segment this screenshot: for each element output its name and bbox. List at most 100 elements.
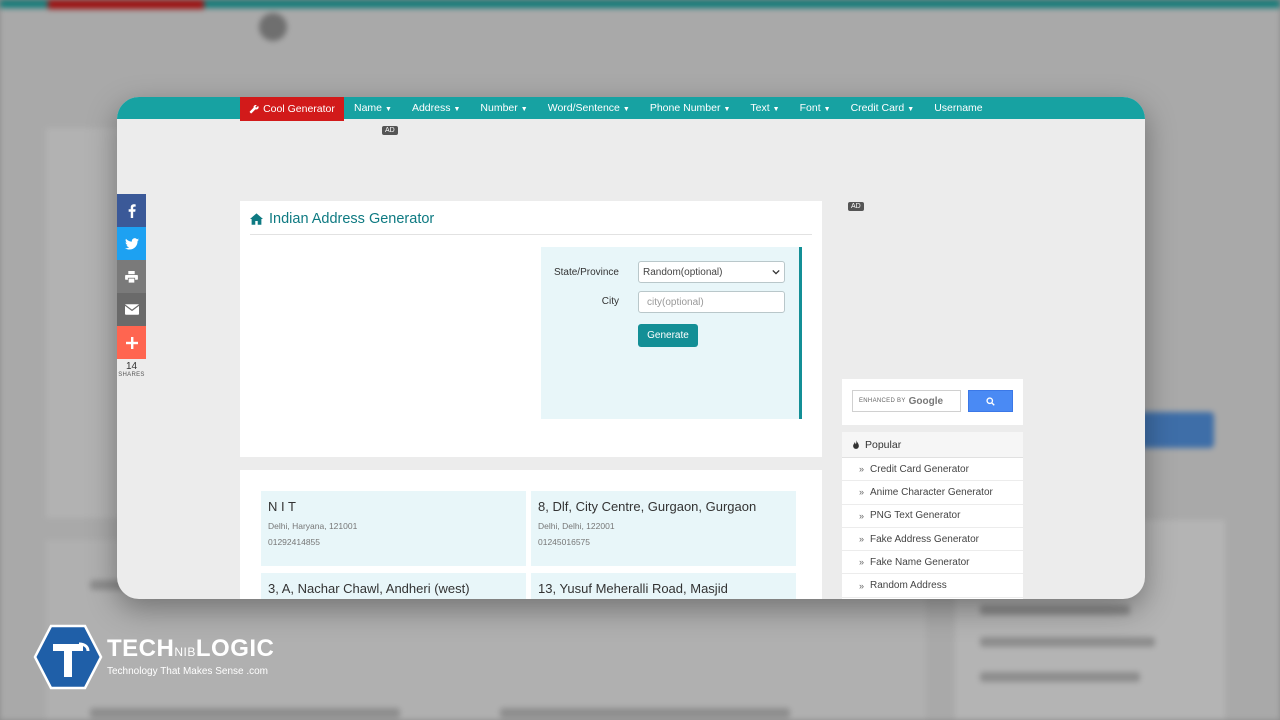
logo-dotcom: .com (246, 666, 269, 677)
twitter-share-button[interactable] (117, 227, 146, 260)
double-chevron-right-icon: » (859, 487, 865, 498)
more-share-button[interactable] (117, 326, 146, 359)
nav-item-phone-number[interactable]: Phone Number ▼ (650, 102, 731, 114)
caret-down-icon: ▼ (622, 106, 630, 113)
nav-item-label: Address (411, 102, 451, 114)
address-title: 8, Dlf, City Centre, Gurgaon, Gurgaon (538, 499, 757, 514)
address-location: Delhi, Haryana, 121001 (268, 521, 358, 531)
city-input[interactable] (638, 291, 785, 313)
popular-item-label: Credit Card Generator (870, 463, 969, 475)
email-share-button[interactable] (117, 293, 146, 326)
google-search-button[interactable] (968, 390, 1013, 412)
nav-item-name[interactable]: Name ▼ (354, 102, 392, 114)
logo-nib: NIB (174, 645, 196, 659)
nav-brand-cool-generator[interactable]: Cool Generator (240, 97, 344, 121)
nav-item-label: Number (480, 102, 518, 114)
nav-item-text[interactable]: Text ▼ (750, 102, 779, 114)
plus-icon (125, 336, 138, 349)
nav-items: Name ▼ Address ▼ Number ▼ Word/Sentence ▼ Phone … (354, 97, 983, 119)
popular-item-label: Random Address (870, 580, 947, 592)
bg-line (980, 637, 1155, 647)
caret-down-icon: ▼ (723, 106, 731, 113)
nav-item-label: Word/Sentence (547, 102, 620, 114)
nav-item-credit-card[interactable]: Credit Card ▼ (851, 102, 915, 114)
state-label: State/Province (553, 267, 619, 278)
google-search-input[interactable]: ENHANCED BY Google (852, 390, 961, 412)
caret-down-icon: ▼ (823, 106, 831, 113)
facebook-icon (128, 203, 136, 218)
popular-item[interactable]: » Anime Character Generator (842, 481, 1023, 505)
caret-down-icon: ▼ (907, 106, 915, 113)
nav-item-address[interactable]: Address ▼ (412, 102, 460, 114)
printer-icon (125, 270, 138, 283)
generate-button[interactable]: Generate (638, 324, 698, 347)
popular-item[interactable]: » Random Address (842, 574, 1023, 598)
nav-item-number[interactable]: Number ▼ (480, 102, 527, 114)
nav-item-font[interactable]: Font ▼ (800, 102, 831, 114)
double-chevron-right-icon: » (859, 510, 865, 521)
nav-item-label: Font (799, 102, 821, 114)
popular-list: » Credit Card Generator » Anime Character G… (842, 458, 1023, 598)
bg-line (980, 605, 1130, 615)
popular-item[interactable]: » Fake Name Generator (842, 551, 1023, 575)
bg-red-tab (48, 0, 204, 9)
logo-logic: LOGIC (195, 635, 275, 662)
popular-item-label: Fake Address Generator (870, 533, 979, 545)
nav-item-label: Text (750, 102, 770, 114)
print-share-button[interactable] (117, 260, 146, 293)
nav-item-word-sentence[interactable]: Word/Sentence ▼ (548, 102, 630, 114)
nav-item-label: Phone Number (649, 102, 721, 114)
address-phone: 01292414855 (268, 537, 321, 547)
caret-down-icon: ▼ (385, 106, 392, 113)
address-result: 13, Yusuf Meheralli Road, Masjid (531, 573, 796, 599)
popular-widget: Popular » Credit Card Generator » Anime Cha… (842, 432, 1023, 599)
city-label: City (601, 296, 619, 307)
enhanced-by-label: ENHANCED BY (859, 398, 906, 404)
address-title: N I T (268, 499, 296, 514)
techniblogic-logo: TECHNIBLOGIC Technology That Makes Sense… (33, 624, 274, 690)
google-label: Google (908, 395, 944, 407)
wrench-icon (249, 104, 259, 114)
bg-line (90, 708, 400, 718)
page-title: Indian Address Generator (250, 211, 434, 227)
address-phone: 01245016575 (538, 537, 591, 547)
search-icon (986, 396, 995, 406)
popular-item[interactable]: » PNG Text Generator (842, 505, 1023, 528)
logo-text: TECHNIBLOGIC Technology That Makes Sense… (107, 637, 274, 678)
chevron-down-icon (772, 269, 780, 275)
results-card: N I T Delhi, Haryana, 121001 01292414855… (240, 470, 822, 599)
logo-tagline: Technology That Makes Sense .com (107, 666, 274, 677)
double-chevron-right-icon: » (859, 580, 865, 591)
browser-window: Name ▼ Address ▼ Number ▼ Word/Sentence ▼ Phone … (117, 97, 1145, 599)
share-count: 14 (125, 361, 138, 372)
popular-item[interactable]: » Fake Address Generator (842, 528, 1023, 552)
nav-item-label: Username (934, 102, 983, 114)
ad-badge: AD (382, 126, 398, 135)
envelope-icon (124, 304, 139, 315)
nav-item-username[interactable]: Username (934, 102, 982, 114)
logo-tagline-text: Technology That Makes Sense (107, 666, 244, 677)
state-select[interactable]: Random(optional) (638, 261, 785, 283)
popular-item-label: Fake Name Generator (870, 556, 970, 568)
address-location: Delhi, Delhi, 122001 (538, 521, 615, 531)
facebook-share-button[interactable] (117, 194, 146, 227)
home-icon (250, 213, 263, 225)
fire-icon (853, 439, 859, 449)
page-title-text: Indian Address Generator (269, 211, 435, 227)
twitter-icon (124, 237, 139, 250)
ad-badge: AD (848, 202, 864, 211)
double-chevron-right-icon: » (859, 557, 865, 568)
popular-title: Popular (865, 438, 902, 451)
share-count-label: SHARES (118, 372, 145, 378)
popular-header: Popular (842, 432, 1023, 458)
bg-line (980, 672, 1140, 682)
bg-line (500, 708, 790, 718)
popular-item[interactable]: » Credit Card Generator (842, 458, 1023, 482)
double-chevron-right-icon: » (859, 534, 865, 545)
logo-wordmark: TECHNIBLOGIC (107, 637, 274, 664)
social-share-bar: 14 SHARES (117, 194, 146, 378)
address-result: 3, A, Nachar Chawl, Andheri (west) (261, 573, 526, 599)
logo-tech: TECH (107, 635, 175, 662)
address-title: 13, Yusuf Meheralli Road, Masjid (538, 581, 728, 596)
double-chevron-right-icon: » (859, 464, 865, 475)
